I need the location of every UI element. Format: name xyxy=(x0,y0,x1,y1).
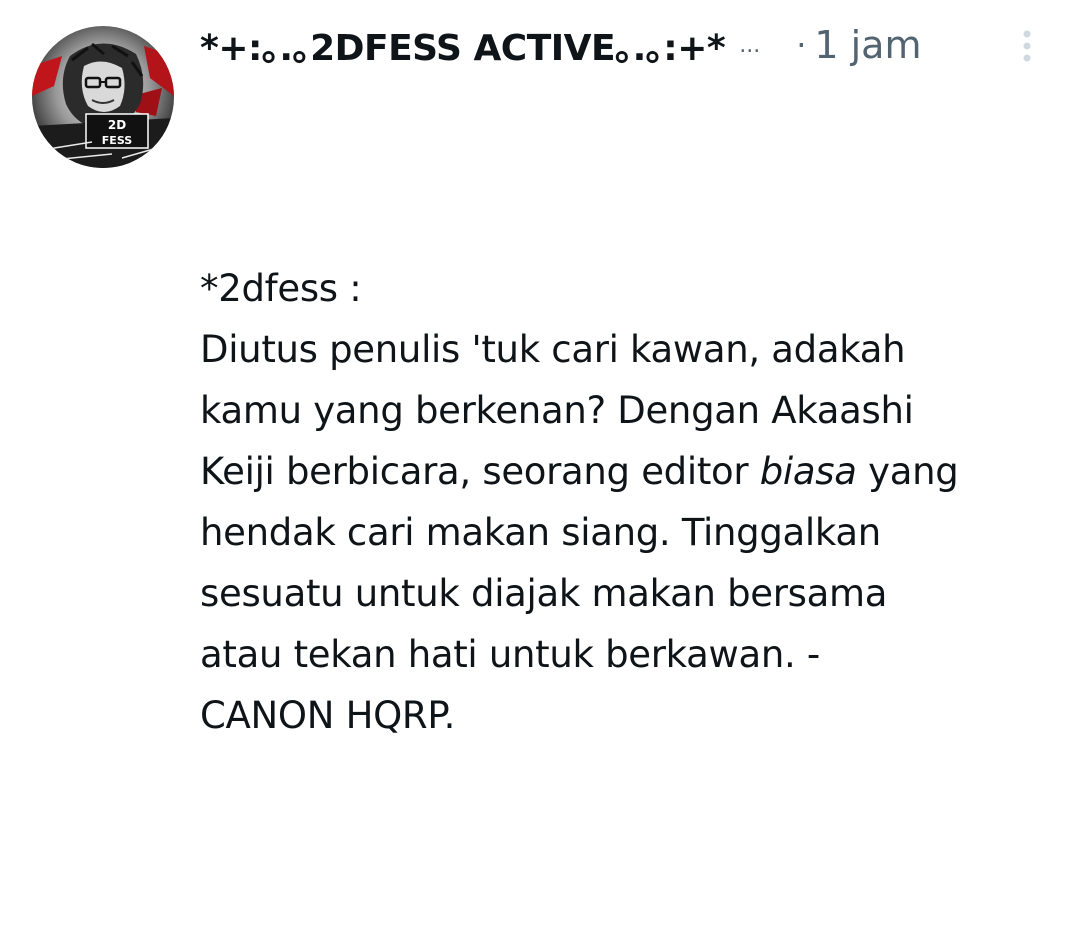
avatar[interactable]: 2D FESS xyxy=(32,26,174,168)
tweet-header: *+:｡.｡2DFESS ACTIVE｡.｡:+* ... · 1 jam xyxy=(200,20,1050,70)
tweet-text-line: Diutus penulis 'tuk cari kawan, adakah xyxy=(200,328,906,371)
tweet-text-line: sesuatu untuk diajak makan bersama xyxy=(200,572,888,615)
more-vertical-icon[interactable] xyxy=(1013,28,1041,64)
separator-dot: · xyxy=(796,26,807,64)
name-truncation: ... xyxy=(739,32,761,58)
tweet-text-line: Keiji berbicara, seorang editor biasa ya… xyxy=(200,441,1060,502)
tweet-text-segment: yang xyxy=(856,450,959,493)
tweet-text-line: *2dfess : xyxy=(200,267,362,310)
display-name[interactable]: *+:｡.｡2DFESS ACTIVE｡.｡:+* xyxy=(200,19,726,71)
avatar-image: 2D FESS xyxy=(32,26,174,168)
tweet-text-segment: Keiji berbicara, seorang editor xyxy=(200,450,760,493)
svg-text:FESS: FESS xyxy=(102,134,132,147)
tweet-text-emphasis: biasa xyxy=(759,450,857,493)
tweet-text: *2dfess : Diutus penulis 'tuk cari kawan… xyxy=(200,258,1060,746)
tweet-text-line: kamu yang berkenan? Dengan Akaashi xyxy=(200,389,914,432)
tweet-text-line: hendak cari makan siang. Tinggalkan xyxy=(200,511,881,554)
tweet-card[interactable]: 2D FESS *+:｡.｡2DFESS ACTIVE｡.｡:+* ... · … xyxy=(0,0,1080,928)
tweet-text-line: CANON HQRP. xyxy=(200,694,456,737)
svg-text:2D: 2D xyxy=(108,118,126,132)
timestamp[interactable]: 1 jam xyxy=(814,23,921,67)
tweet-text-line: atau tekan hati untuk berkawan. - xyxy=(200,633,820,676)
